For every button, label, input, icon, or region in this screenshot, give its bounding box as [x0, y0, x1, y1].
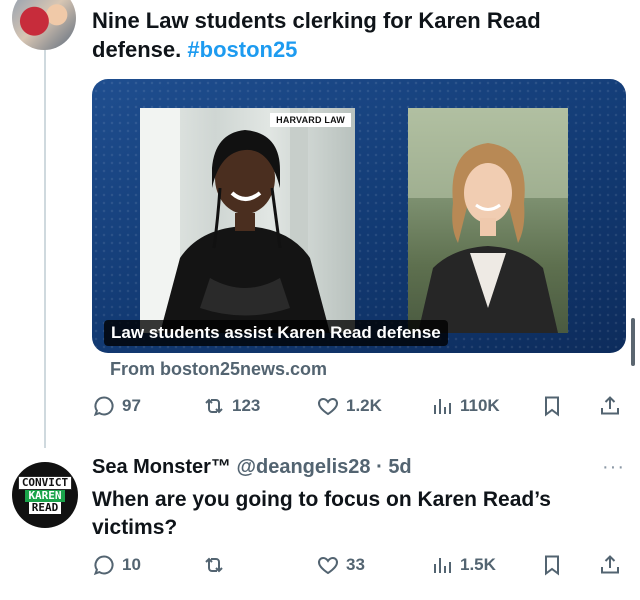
student-left-illustration	[140, 108, 330, 333]
reply-like-count: 33	[346, 555, 365, 574]
repost-icon	[205, 398, 223, 414]
views-icon	[434, 399, 451, 414]
reply-icon	[93, 396, 114, 417]
reply-count: 97	[122, 396, 141, 415]
thread-connector-line	[44, 48, 46, 448]
more-options-icon[interactable]: ···	[602, 456, 625, 479]
reply-icon	[93, 555, 114, 576]
tweet-body: Nine Law students clerking for Karen Rea…	[92, 8, 541, 62]
repost-count: 123	[232, 396, 261, 415]
like-button[interactable]: 1.2K	[316, 394, 382, 418]
share-button[interactable]	[598, 394, 622, 418]
harvard-law-tag: HARVARD LAW	[270, 113, 351, 127]
student-right-illustration	[408, 108, 568, 333]
views-icon	[434, 558, 451, 573]
bookmark-icon	[545, 396, 559, 417]
student-photo-right	[408, 108, 568, 333]
share-icon	[601, 396, 619, 415]
like-count: 1.2K	[346, 396, 382, 415]
share-icon	[601, 555, 619, 574]
repost-button[interactable]: 123	[202, 394, 260, 418]
reply-button[interactable]: 97	[92, 394, 141, 418]
reply-bookmark-button[interactable]	[540, 553, 564, 577]
reply-reply-button[interactable]: 10	[92, 553, 141, 577]
reply-timestamp[interactable]: 5d	[388, 456, 411, 478]
reply-separator: ·	[376, 456, 383, 478]
heart-icon	[317, 556, 339, 575]
reply-repost-button[interactable]	[202, 553, 232, 577]
reply-reply-count: 10	[122, 555, 141, 574]
reply-views-button[interactable]: 1.5K	[430, 553, 496, 577]
reply-action-bar: 10 33 1.5K	[92, 553, 628, 581]
views-count: 110K	[460, 396, 500, 415]
reply-tweet[interactable]: CONVICT KAREN READ Sea Monster™ @deangel…	[0, 448, 640, 600]
reply-header: Sea Monster™ @deangelis28 · 5d	[92, 456, 412, 479]
avatar-text-line-3: READ	[28, 502, 62, 514]
reply-handle[interactable]: @deangelis28	[237, 456, 371, 478]
link-card[interactable]: HARVARD LAW Law students assist Karen Re…	[92, 79, 626, 353]
bookmark-icon	[545, 555, 559, 576]
student-photo-left: HARVARD LAW	[140, 108, 355, 333]
reply-views-count: 1.5K	[460, 555, 496, 574]
card-source-link[interactable]: From boston25news.com	[110, 359, 327, 380]
hashtag-link[interactable]: #boston25	[187, 37, 297, 62]
convict-avatar[interactable]: CONVICT KAREN READ	[12, 462, 78, 528]
tweet-action-bar: 97 123 1.2K 110K	[92, 394, 628, 422]
views-button[interactable]: 110K	[430, 394, 500, 418]
card-caption: Law students assist Karen Read defense	[104, 320, 448, 346]
scrollbar-thumb[interactable]	[631, 318, 635, 366]
reply-share-button[interactable]	[598, 553, 622, 577]
repost-icon	[205, 557, 223, 573]
reply-like-button[interactable]: 33	[316, 553, 365, 577]
reply-display-name[interactable]: Sea Monster™	[92, 456, 231, 478]
bookmark-button[interactable]	[540, 394, 564, 418]
author-avatar[interactable]	[12, 0, 76, 50]
reply-text: When are you going to focus on Karen Rea…	[92, 488, 551, 539]
heart-icon	[317, 397, 339, 416]
tweet-text: Nine Law students clerking for Karen Rea…	[92, 6, 622, 64]
avatar-text-line-1: CONVICT	[17, 476, 73, 490]
